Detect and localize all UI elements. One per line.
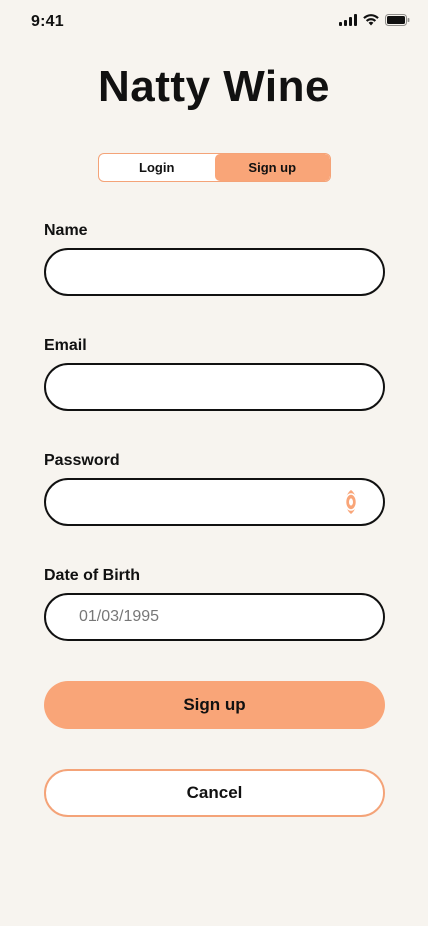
dob-input[interactable]: [79, 608, 363, 626]
email-input[interactable]: [66, 378, 363, 396]
eye-icon[interactable]: [339, 489, 363, 515]
wifi-icon: [363, 14, 379, 26]
password-field-container: [44, 478, 385, 526]
name-label: Name: [44, 222, 88, 239]
password-input[interactable]: [66, 493, 363, 511]
signal-icon: [339, 14, 357, 26]
name-field-container: [44, 248, 385, 296]
app-title: Natty Wine: [98, 62, 330, 111]
auth-segmented-control: Login Sign up: [98, 153, 331, 182]
dob-field-container: [44, 593, 385, 641]
status-bar: 9:41: [0, 0, 428, 44]
dob-label: Date of Birth: [44, 567, 140, 584]
email-label: Email: [44, 337, 87, 354]
cancel-button[interactable]: Cancel: [44, 769, 385, 817]
sign-up-button[interactable]: Sign up: [44, 681, 385, 729]
email-field-container: [44, 363, 385, 411]
tab-login[interactable]: Login: [99, 154, 215, 181]
password-label: Password: [44, 452, 120, 469]
status-time: 9:41: [31, 13, 64, 30]
battery-icon: [385, 14, 410, 26]
status-icons: [339, 14, 410, 26]
name-input[interactable]: [66, 263, 363, 281]
tab-sign-up[interactable]: Sign up: [214, 154, 330, 181]
